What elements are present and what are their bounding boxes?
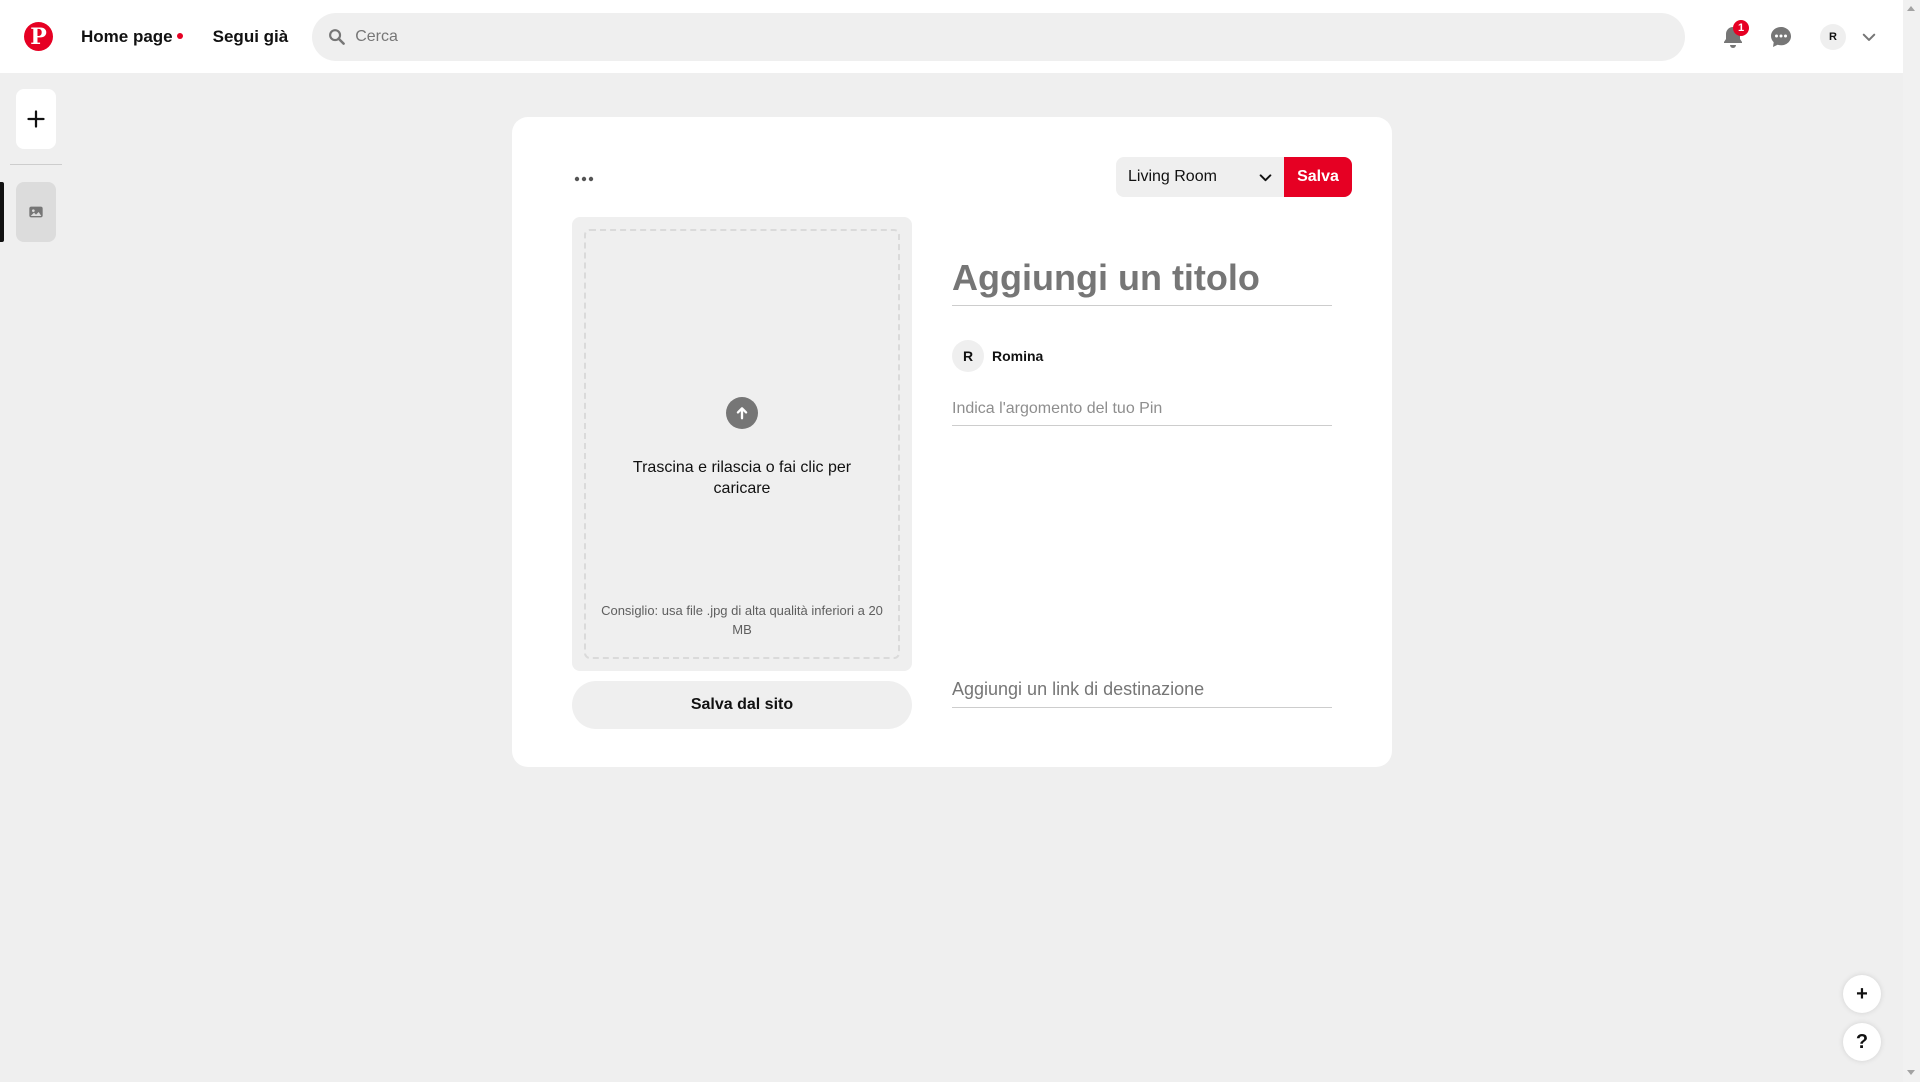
description-input[interactable] xyxy=(952,392,1332,426)
plus-icon: + xyxy=(1856,982,1868,1005)
top-navigation-bar: P Home page Segui già 1 R xyxy=(0,0,1903,73)
author-avatar: R xyxy=(952,340,984,372)
pin-author: R Romina xyxy=(952,340,1043,372)
messages-button[interactable] xyxy=(1761,17,1801,57)
scroll-down-arrow[interactable] xyxy=(1907,1070,1915,1075)
notification-count-badge: 1 xyxy=(1733,19,1749,36)
profile-initial: R xyxy=(1829,30,1837,43)
scroll-up-arrow[interactable] xyxy=(1907,6,1915,11)
nav-home-page[interactable]: Home page xyxy=(81,27,183,47)
arrow-up-circle-icon xyxy=(726,397,758,429)
new-content-dot xyxy=(176,32,183,39)
pinterest-logo-icon[interactable]: P xyxy=(24,22,53,51)
plus-icon xyxy=(27,110,45,128)
more-options-button[interactable] xyxy=(572,167,596,191)
profile-button[interactable]: R xyxy=(1813,17,1853,57)
image-icon xyxy=(29,206,43,218)
upload-instructions: Trascina e rilascia o fai clic per caric… xyxy=(632,459,852,497)
nav-following-label: Segui già xyxy=(212,26,289,46)
pin-builder-card: Living Room Salva Trascina e rilascia o … xyxy=(512,117,1392,767)
create-new-pin-button[interactable] xyxy=(16,89,56,149)
search-input[interactable] xyxy=(355,27,1685,46)
board-selected-value: Living Room xyxy=(1128,168,1217,185)
account-menu-button[interactable] xyxy=(1857,17,1881,57)
page-scrollbar[interactable] xyxy=(1903,0,1920,1082)
nav-home-page-label: Home page xyxy=(81,26,173,46)
pin-draft-thumbnail[interactable] xyxy=(16,182,56,242)
profile-avatar: R xyxy=(1820,23,1846,50)
search-icon xyxy=(329,29,346,45)
title-input[interactable] xyxy=(952,250,1332,306)
rail-divider xyxy=(10,164,62,165)
logo-glyph: P xyxy=(30,23,47,50)
upload-dropzone[interactable]: Trascina e rilascia o fai clic per caric… xyxy=(584,229,900,659)
floating-add-button[interactable]: + xyxy=(1843,975,1881,1013)
image-upload-area[interactable]: Trascina e rilascia o fai clic per caric… xyxy=(572,217,912,671)
save-from-site-button[interactable]: Salva dal sito xyxy=(572,681,912,729)
save-button[interactable]: Salva xyxy=(1284,157,1352,197)
arrow-up-icon xyxy=(736,407,748,420)
chevron-down-icon xyxy=(1862,33,1876,41)
upload-tip: Consiglio: usa file .jpg di alta qualità… xyxy=(601,603,883,637)
destination-link-input[interactable] xyxy=(952,672,1332,708)
author-name: Romina xyxy=(992,348,1044,364)
board-selector[interactable]: Living Room xyxy=(1116,157,1284,197)
chevron-down-icon xyxy=(1259,173,1272,181)
search-bar[interactable] xyxy=(312,12,1685,61)
nav-following[interactable]: Segui già xyxy=(213,27,289,47)
notifications-button[interactable]: 1 xyxy=(1713,17,1753,57)
help-button[interactable]: ? xyxy=(1843,1023,1881,1061)
question-mark-icon: ? xyxy=(1855,1030,1869,1053)
chat-bubble-icon xyxy=(1771,26,1791,47)
author-initial: R xyxy=(962,348,974,364)
active-draft-indicator xyxy=(0,182,4,242)
ellipsis-icon xyxy=(574,176,594,182)
